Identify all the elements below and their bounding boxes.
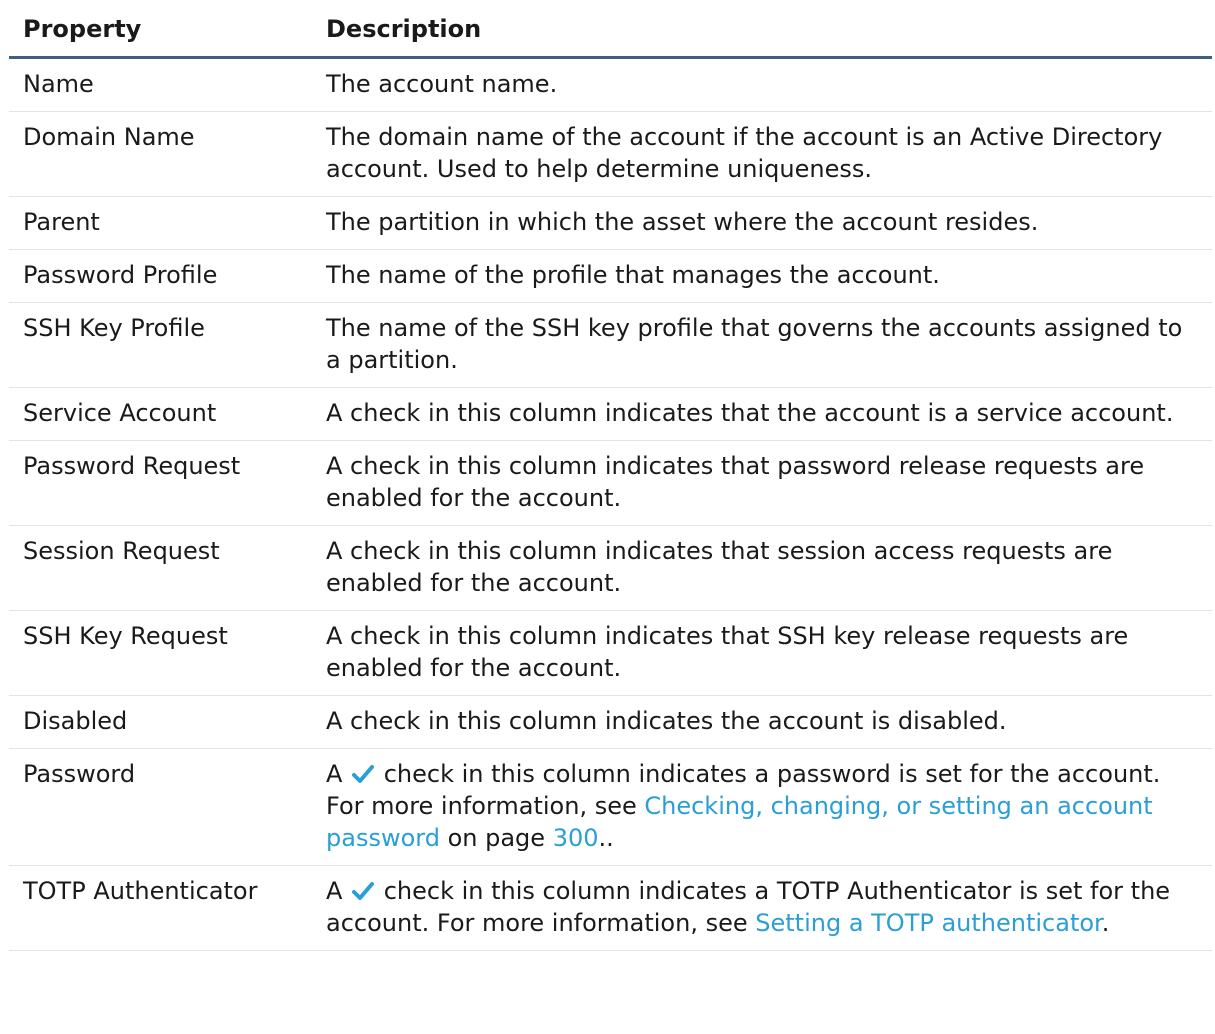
header-description: Description xyxy=(312,0,1212,59)
desc-prefix: A xyxy=(326,877,343,905)
property-cell: Disabled xyxy=(9,695,312,749)
table-row: Session Request A check in this column i… xyxy=(9,525,1212,611)
table-row: Service Account A check in this column i… xyxy=(9,387,1212,441)
property-cell: Password Profile xyxy=(9,249,312,303)
table-row: Password Profile The name of the profile… xyxy=(9,249,1212,303)
property-cell: Password xyxy=(9,748,312,866)
property-cell: Domain Name xyxy=(9,111,312,197)
desc-prefix: A xyxy=(326,760,343,788)
property-cell: Service Account xyxy=(9,387,312,441)
description-cell: A check in this column indicates that th… xyxy=(312,387,1212,441)
property-cell: Name xyxy=(9,57,312,112)
header-property: Property xyxy=(9,0,312,59)
table-row: SSH Key Profile The name of the SSH key … xyxy=(9,302,1212,388)
page-link[interactable]: 300 xyxy=(553,824,599,852)
property-cell: Parent xyxy=(9,196,312,250)
description-cell: A check in this column indicates that se… xyxy=(312,525,1212,611)
description-cell: The name of the SSH key profile that gov… xyxy=(312,302,1212,388)
property-cell: SSH Key Profile xyxy=(9,302,312,388)
property-cell: SSH Key Request xyxy=(9,610,312,696)
table-row: Parent The partition in which the asset … xyxy=(9,196,1212,250)
table-row: Disabled A check in this column indicate… xyxy=(9,695,1212,749)
table-header-row: Property Description xyxy=(9,0,1212,59)
desc-end: .. xyxy=(598,824,614,852)
table-row: Password Request A check in this column … xyxy=(9,440,1212,526)
description-cell: The partition in which the asset where t… xyxy=(312,196,1212,250)
description-cell: The name of the profile that manages the… xyxy=(312,249,1212,303)
table-row: Name The account name. xyxy=(9,57,1212,112)
check-icon xyxy=(352,765,375,783)
table-row: Domain Name The domain name of the accou… xyxy=(9,111,1212,197)
description-cell: A check in this column indicates a TOTP … xyxy=(312,865,1212,951)
table-row: SSH Key Request A check in this column i… xyxy=(9,610,1212,696)
link-totp-authenticator[interactable]: Setting a TOTP authenticator xyxy=(755,909,1101,937)
property-cell: TOTP Authenticator xyxy=(9,865,312,951)
property-cell: Session Request xyxy=(9,525,312,611)
description-cell: The domain name of the account if the ac… xyxy=(312,111,1212,197)
description-cell: The account name. xyxy=(312,57,1212,112)
description-cell: A check in this column indicates that pa… xyxy=(312,440,1212,526)
on-page-text: on page xyxy=(447,824,546,852)
check-icon xyxy=(352,882,375,900)
property-cell: Password Request xyxy=(9,440,312,526)
description-cell: A check in this column indicates that SS… xyxy=(312,610,1212,696)
description-cell: A check in this column indicates a passw… xyxy=(312,748,1212,866)
table-row: TOTP Authenticator A check in this colum… xyxy=(9,865,1212,951)
table-row: Password A check in this column indicate… xyxy=(9,748,1212,866)
properties-table: Property Description Name The account na… xyxy=(9,0,1212,951)
desc-end: . xyxy=(1101,909,1110,937)
description-cell: A check in this column indicates the acc… xyxy=(312,695,1212,749)
